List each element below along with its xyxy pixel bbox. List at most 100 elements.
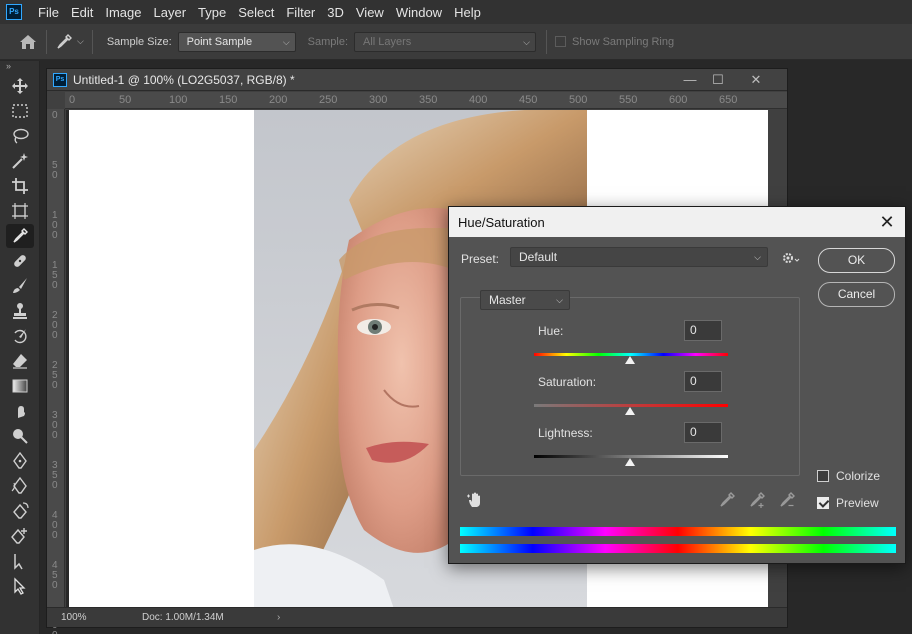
- ruler-tick-label: 650: [719, 94, 738, 106]
- chevron-down-icon: ⌵: [523, 36, 530, 47]
- magic-wand-tool-icon[interactable]: [6, 149, 34, 173]
- lightness-input[interactable]: 0: [684, 422, 722, 443]
- menu-layer[interactable]: Layer: [148, 5, 193, 20]
- cancel-button[interactable]: Cancel: [818, 282, 895, 307]
- menu-filter[interactable]: Filter: [280, 5, 321, 20]
- eyedropper-tool-icon[interactable]: [6, 224, 34, 248]
- direct-selection-tool-icon[interactable]: [6, 574, 34, 598]
- ok-button[interactable]: OK: [818, 248, 895, 273]
- zoom-level[interactable]: 100%: [47, 612, 107, 623]
- chevron-down-icon: ⌵: [77, 36, 84, 46]
- sample-size-value: Point Sample: [186, 35, 253, 48]
- show-sampling-ring-checkbox[interactable]: [555, 36, 566, 47]
- eyedropper-subtract-icon[interactable]: [778, 491, 796, 509]
- pen-tool-icon[interactable]: [6, 449, 34, 473]
- colorize-checkbox[interactable]: [817, 470, 829, 482]
- menu-edit[interactable]: Edit: [65, 5, 99, 20]
- ruler-tick-label: 0: [69, 94, 76, 106]
- targeted-adjustment-hand-icon[interactable]: [465, 490, 485, 510]
- ruler-tick-label: 350: [419, 94, 438, 106]
- brush-tool-icon[interactable]: [6, 274, 34, 298]
- menu-select[interactable]: Select: [232, 5, 280, 20]
- photoshop-logo: Ps: [6, 4, 22, 20]
- eyedropper-add-icon[interactable]: [748, 491, 766, 509]
- menu-window[interactable]: Window: [390, 5, 448, 20]
- divider: [91, 29, 93, 54]
- adjustment-group: [460, 297, 800, 476]
- ruler-horizontal: 0 50 100 150 200 250 300 350 400 450 500 550 600 650: [65, 92, 787, 109]
- sample-size-select[interactable]: Point Sample ⌵: [177, 31, 296, 52]
- ruler-tick-label: 3 0 0: [52, 410, 58, 441]
- maximize-icon[interactable]: ☐: [705, 71, 731, 89]
- preview-label[interactable]: Preview: [836, 496, 879, 510]
- status-menu-arrow-icon[interactable]: ›: [277, 612, 280, 623]
- menu-type[interactable]: Type: [192, 5, 232, 20]
- lasso-tool-icon[interactable]: [6, 124, 34, 148]
- history-brush-tool-icon[interactable]: [6, 324, 34, 348]
- preview-checkbox[interactable]: [817, 497, 829, 509]
- hue-slider-thumb[interactable]: [625, 356, 635, 364]
- freeform-pen-tool-icon[interactable]: [6, 474, 34, 498]
- menu-help[interactable]: Help: [448, 5, 487, 20]
- menu-3d[interactable]: 3D: [321, 5, 350, 20]
- ruler-vertical: 0 5 0 1 0 0 1 5 0 2 0 0 2 5 0 3 0 0 3 5 0 4 0 0 4…: [47, 109, 65, 634]
- marquee-tool-icon[interactable]: [6, 99, 34, 123]
- minimize-icon[interactable]: —: [677, 71, 703, 89]
- hue-input[interactable]: 0: [684, 320, 722, 341]
- hue-saturation-dialog: Hue/Saturation ✕ Preset: Default ⌵ OK Ca…: [448, 206, 906, 564]
- ruler-tick-label: 100: [169, 94, 188, 106]
- ruler-tick-label: 4 5 0: [52, 560, 58, 591]
- dialog-titlebar[interactable]: Hue/Saturation ✕: [449, 207, 905, 237]
- divider: [546, 29, 547, 54]
- ruler-tick-label: 50: [119, 94, 132, 106]
- ruler-tick-label: 400: [469, 94, 488, 106]
- chevron-down-icon: ⌵: [754, 252, 761, 262]
- dodge-tool-icon[interactable]: [6, 424, 34, 448]
- ruler-tick-label: 1 5 0: [52, 260, 58, 291]
- ruler-tick-label: 2 0 0: [52, 310, 58, 341]
- close-icon[interactable]: ✕: [743, 71, 769, 89]
- crop-tool-icon[interactable]: [6, 174, 34, 198]
- eraser-tool-icon[interactable]: [6, 349, 34, 373]
- add-anchor-point-tool-icon[interactable]: [6, 524, 34, 548]
- ruler-tick-label: 2 5 0: [52, 360, 58, 391]
- saturation-slider-thumb[interactable]: [625, 407, 635, 415]
- healing-brush-tool-icon[interactable]: [6, 249, 34, 273]
- ruler-tick-label: 5 0: [52, 160, 58, 181]
- colorize-label[interactable]: Colorize: [836, 469, 880, 483]
- preset-select[interactable]: Default ⌵: [510, 247, 768, 267]
- smudge-tool-icon[interactable]: [6, 399, 34, 423]
- menu-bar: Ps File Edit Image Layer Type Select Fil…: [0, 0, 912, 24]
- document-tab[interactable]: Ps Untitled-1 @ 100% (LO2G5037, RGB/8) *…: [47, 69, 787, 91]
- collapse-panel-icon[interactable]: »: [0, 61, 39, 73]
- path-selection-tool-icon[interactable]: [6, 549, 34, 573]
- channel-select[interactable]: Master ⌵: [480, 290, 570, 310]
- sample-value: All Layers: [363, 35, 412, 48]
- move-tool-icon[interactable]: [6, 74, 34, 98]
- eyedropper-icon[interactable]: [718, 491, 736, 509]
- sample-size-label: Sample Size:: [106, 35, 172, 48]
- menu-file[interactable]: File: [32, 5, 65, 20]
- ruler-tick-label: 550: [619, 94, 638, 106]
- gradient-tool-icon[interactable]: [6, 374, 34, 398]
- close-icon[interactable]: ✕: [877, 211, 897, 233]
- curvature-pen-tool-icon[interactable]: [6, 499, 34, 523]
- saturation-input[interactable]: 0: [684, 371, 722, 392]
- preset-label: Preset:: [461, 252, 500, 266]
- tool-preset-eyedropper-icon[interactable]: ⌵: [55, 33, 84, 51]
- status-bar: 100% Doc: 1.00M/1.34M ›: [47, 607, 787, 627]
- ruler-tick-label: 150: [219, 94, 238, 106]
- home-icon[interactable]: [18, 32, 38, 52]
- ruler-tick-label: 450: [519, 94, 538, 106]
- menu-image[interactable]: Image: [99, 5, 147, 20]
- hue-label: Hue:: [538, 324, 564, 338]
- output-color-spectrum: [460, 544, 896, 553]
- menu-view[interactable]: View: [350, 5, 390, 20]
- sample-select[interactable]: All Layers ⌵: [354, 31, 536, 52]
- gear-icon[interactable]: [781, 250, 801, 266]
- frame-tool-icon[interactable]: [6, 199, 34, 223]
- document-title: Untitled-1 @ 100% (LO2G5037, RGB/8) *: [73, 72, 295, 87]
- clone-stamp-tool-icon[interactable]: [6, 299, 34, 323]
- photoshop-doc-icon: Ps: [53, 72, 67, 87]
- lightness-slider-thumb[interactable]: [625, 458, 635, 466]
